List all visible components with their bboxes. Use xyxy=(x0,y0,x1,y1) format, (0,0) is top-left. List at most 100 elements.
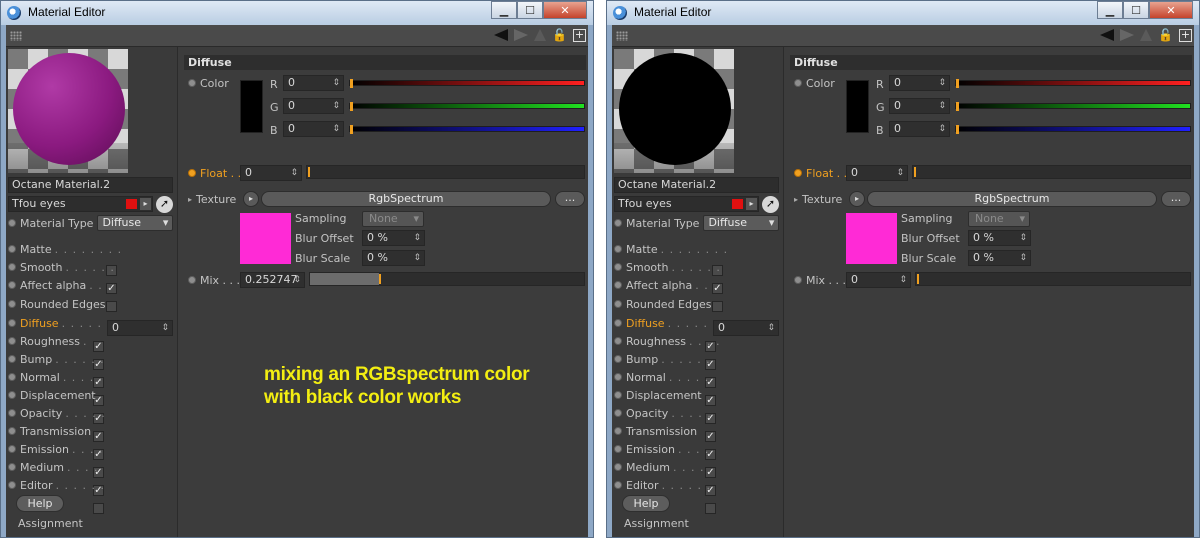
blue-slider[interactable] xyxy=(955,125,1191,134)
help-button[interactable]: Help xyxy=(16,495,64,512)
title-bar[interactable]: Material Editor ▁ ☐ ✕ xyxy=(1,1,593,25)
animation-dot-icon[interactable] xyxy=(8,319,16,327)
float-input[interactable]: 0 xyxy=(846,165,908,181)
animation-dot-icon[interactable] xyxy=(614,319,622,327)
animation-dot-icon[interactable] xyxy=(8,337,16,345)
help-button[interactable]: Help xyxy=(622,495,670,512)
color-preview-box[interactable] xyxy=(240,80,263,133)
blur-scale-input[interactable]: 0 % xyxy=(362,250,425,266)
animation-dot-icon[interactable] xyxy=(614,409,622,417)
expand-arrow-icon[interactable]: ▸ xyxy=(746,198,757,210)
slider-knob[interactable] xyxy=(956,125,959,134)
animation-dot-icon[interactable] xyxy=(794,79,802,87)
animation-dot-icon[interactable] xyxy=(614,300,622,308)
rounded-edges-input[interactable]: 0 xyxy=(107,320,173,336)
mix-slider[interactable] xyxy=(309,272,585,286)
animation-dot-icon[interactable] xyxy=(8,355,16,363)
channel-label[interactable]: Opacity xyxy=(20,407,62,420)
up-arrow-icon[interactable] xyxy=(534,29,547,41)
red-input[interactable]: 0 xyxy=(889,75,950,91)
material-preview[interactable] xyxy=(8,49,128,173)
assignment-tab[interactable]: Assignment xyxy=(624,517,689,530)
channel-label[interactable]: Editor xyxy=(626,479,659,492)
assignment-tab[interactable]: Assignment xyxy=(18,517,83,530)
channel-label[interactable]: Editor xyxy=(20,479,53,492)
animation-dot-icon[interactable] xyxy=(8,481,16,489)
lock-icon[interactable]: 🔓 xyxy=(552,28,567,42)
animation-dot-icon[interactable] xyxy=(614,481,622,489)
pick-cursor-icon[interactable]: ➚ xyxy=(762,196,779,213)
minimize-button[interactable]: ▁ xyxy=(1097,1,1123,19)
rgb-spectrum-swatch[interactable] xyxy=(240,213,291,264)
slider-knob[interactable] xyxy=(956,102,959,111)
animation-dot-icon[interactable] xyxy=(614,355,622,363)
animation-dot-icon[interactable] xyxy=(8,445,16,453)
channel-label[interactable]: Roughness xyxy=(20,335,80,348)
animation-dot-icon[interactable] xyxy=(614,337,622,345)
animation-dot-icon[interactable] xyxy=(188,169,196,177)
back-arrow-icon[interactable] xyxy=(494,29,509,41)
rounded-edges-input[interactable]: 0 xyxy=(713,320,779,336)
up-arrow-icon[interactable] xyxy=(1140,29,1153,41)
forward-arrow-icon[interactable] xyxy=(514,29,529,41)
float-slider[interactable] xyxy=(912,165,1191,179)
minimize-button[interactable]: ▁ xyxy=(491,1,517,19)
expand-arrow-icon[interactable]: ▸ xyxy=(140,198,151,210)
close-button[interactable]: ✕ xyxy=(1149,1,1193,19)
float-input[interactable]: 0 xyxy=(240,165,302,181)
animation-dot-icon[interactable] xyxy=(614,463,622,471)
blue-slider[interactable] xyxy=(349,125,585,134)
channel-label[interactable]: Displacement xyxy=(626,389,702,402)
animation-dot-icon[interactable] xyxy=(8,463,16,471)
red-slider[interactable] xyxy=(955,79,1191,88)
smooth-checkbox[interactable]: ✓ xyxy=(106,283,117,294)
animation-dot-icon[interactable] xyxy=(188,79,196,87)
channel-label[interactable]: Normal xyxy=(626,371,666,384)
texture-name-field[interactable]: Tfou eyes ▸ xyxy=(8,196,153,212)
blur-offset-input[interactable]: 0 % xyxy=(968,230,1031,246)
blur-offset-input[interactable]: 0 % xyxy=(362,230,425,246)
green-slider[interactable] xyxy=(955,102,1191,111)
channel-label[interactable]: Bump xyxy=(626,353,658,366)
red-slider[interactable] xyxy=(349,79,585,88)
channel-label[interactable]: Transmission xyxy=(20,425,91,438)
color-preview-box[interactable] xyxy=(846,80,869,133)
channel-label[interactable]: Opacity xyxy=(626,407,668,420)
animation-dot-icon[interactable] xyxy=(8,281,16,289)
forward-arrow-icon[interactable] xyxy=(1120,29,1135,41)
back-arrow-icon[interactable] xyxy=(1100,29,1115,41)
texture-menu-button[interactable]: ▸ xyxy=(849,191,865,207)
close-button[interactable]: ✕ xyxy=(543,1,587,19)
animation-dot-icon[interactable] xyxy=(8,300,16,308)
slider-knob[interactable] xyxy=(956,79,959,88)
animation-dot-icon[interactable] xyxy=(8,427,16,435)
maximize-button[interactable]: ☐ xyxy=(517,1,543,19)
channel-label[interactable]: Displacement xyxy=(20,389,96,402)
animation-dot-icon[interactable] xyxy=(614,373,622,381)
lock-icon[interactable]: 🔓 xyxy=(1158,28,1173,42)
channel-label[interactable]: Diffuse xyxy=(626,317,665,330)
animation-dot-icon[interactable] xyxy=(8,391,16,399)
animation-dot-icon[interactable] xyxy=(8,263,16,271)
affect-alpha-checkbox[interactable] xyxy=(712,301,723,312)
channel-label[interactable]: Bump xyxy=(20,353,52,366)
channel-label[interactable]: Emission xyxy=(626,443,675,456)
material-name-field[interactable]: Octane Material.2 xyxy=(8,177,173,193)
title-bar[interactable]: Material Editor ▁ ☐ ✕ xyxy=(607,1,1199,25)
float-slider[interactable] xyxy=(306,165,585,179)
grip-icon[interactable] xyxy=(10,31,22,41)
texture-browse-button[interactable]: ... xyxy=(555,191,585,207)
color-swatch-red[interactable] xyxy=(126,199,137,209)
animation-dot-icon[interactable] xyxy=(614,427,622,435)
slider-knob[interactable] xyxy=(350,125,353,134)
animation-dot-icon[interactable] xyxy=(614,245,622,253)
animation-dot-icon[interactable] xyxy=(614,281,622,289)
sampling-select[interactable]: None xyxy=(968,211,1030,227)
green-slider[interactable] xyxy=(349,102,585,111)
editor-checkbox[interactable] xyxy=(705,503,716,514)
channel-label[interactable]: Transmission xyxy=(626,425,697,438)
channel-label[interactable]: Emission xyxy=(20,443,69,456)
pick-cursor-icon[interactable]: ➚ xyxy=(156,196,173,213)
animation-dot-icon[interactable] xyxy=(8,245,16,253)
mix-input[interactable]: 0.252747 xyxy=(240,272,305,288)
